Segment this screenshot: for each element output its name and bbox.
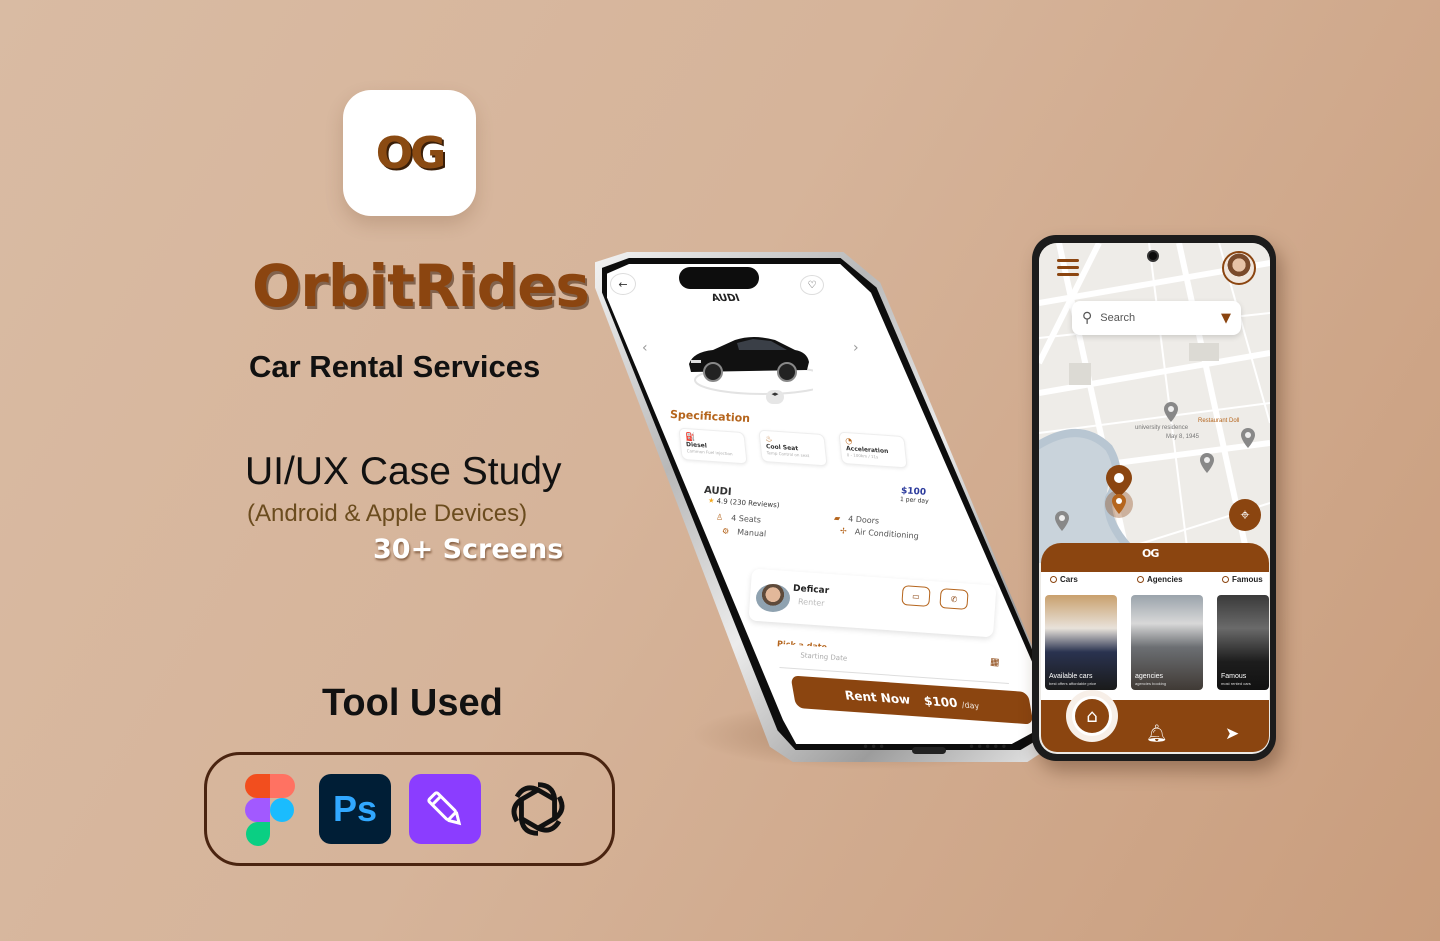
filter-icon[interactable]: ▼ <box>1221 311 1231 326</box>
renter-avatar <box>756 584 790 612</box>
tab-agencies[interactable]: Agencies <box>1137 575 1183 584</box>
front-camera <box>1147 250 1159 262</box>
search-icon: ⚲ <box>1082 310 1093 326</box>
my-location-button[interactable]: ⌖ <box>1229 499 1261 531</box>
tab-famous[interactable]: Famous <box>1222 575 1263 584</box>
showcase-canvas: OG OrbitRides Car Rental Services UI/UX … <box>0 0 1440 941</box>
card-available-cars[interactable]: Available cars best offers affordable pr… <box>1045 595 1117 690</box>
card-famous[interactable]: Famous most rented cars <box>1217 595 1269 690</box>
card-title: Available cars <box>1049 673 1093 680</box>
home-icon[interactable]: ⌂ <box>1072 696 1112 736</box>
rating-value: 4.9 <box>716 497 728 506</box>
rotate-view-icon[interactable]: ◂▸ <box>766 390 784 404</box>
favorite-heart-icon[interactable]: ♡ <box>800 275 824 295</box>
speaker-grille-left: ••• <box>862 740 887 754</box>
crosshair-icon: ⌖ <box>1240 505 1250 524</box>
bell-icon[interactable]: 🔔︎ <box>1146 724 1168 744</box>
send-icon[interactable]: ➤ <box>1225 724 1239 744</box>
back-arrow-icon[interactable]: ← <box>610 273 636 295</box>
map-label-university: university residence <box>1135 425 1189 431</box>
rent-price: $100 <box>922 693 959 711</box>
chat-icon: ▭ <box>911 591 921 601</box>
seat-icon: ♙ <box>715 512 724 522</box>
fan-icon: ✢ <box>839 526 848 536</box>
radio-icon <box>1137 576 1144 583</box>
spec-card-seat: ♨ Cool Seat Temp Control on seat <box>758 429 828 467</box>
tab-cars[interactable]: Cars <box>1050 575 1078 584</box>
call-button[interactable]: ✆ <box>939 588 969 610</box>
car-detail-title: AUDI <box>709 293 742 304</box>
pen-tool-icon <box>409 774 481 844</box>
hamburger-menu-icon[interactable] <box>1057 259 1079 277</box>
app-name: OrbitRides <box>252 252 590 320</box>
calendar-icon[interactable]: ▦ <box>990 657 1000 669</box>
radio-icon <box>1050 576 1057 583</box>
card-subtitle: best offers affordable price <box>1049 681 1097 686</box>
chat-button[interactable]: ▭ <box>901 585 931 607</box>
car-image <box>683 330 832 395</box>
door-icon: ▰ <box>833 513 841 523</box>
user-avatar[interactable] <box>1222 251 1256 285</box>
card-agencies[interactable]: agencies agencies booking <box>1131 595 1203 690</box>
rent-now-label: Rent Now <box>843 688 912 707</box>
search-input[interactable]: Search <box>1100 312 1213 324</box>
speaker-grille-right: ••••• <box>968 740 1009 754</box>
tagline: Car Rental Services <box>249 349 541 384</box>
case-study-title: UI/UX Case Study <box>245 450 562 493</box>
card-title: Famous <box>1221 673 1247 680</box>
photoshop-label: Ps <box>332 788 378 829</box>
map-label-restaurant: Restaurant Doll <box>1198 418 1240 424</box>
map-label-date: May 8, 1945 <box>1166 434 1200 440</box>
radio-icon <box>1222 576 1229 583</box>
tab-label: Famous <box>1232 575 1263 584</box>
gear-icon: ⚙ <box>721 526 730 536</box>
sheet-logo: OG <box>1142 547 1159 560</box>
feature-label: Manual <box>736 527 767 539</box>
dynamic-island <box>679 267 759 289</box>
previous-car-arrow-icon[interactable]: ‹ <box>642 340 648 356</box>
renter-role: Renter <box>797 597 825 608</box>
map-pin-icon[interactable] <box>1241 428 1255 448</box>
platforms-subtitle: (Android & Apple Devices) <box>247 500 528 527</box>
rent-unit: /day <box>961 700 981 711</box>
map-search-bar[interactable]: ⚲ Search ▼ <box>1072 301 1241 335</box>
map-pin-icon[interactable] <box>1200 453 1214 473</box>
figma-icon <box>245 774 295 846</box>
app-logo-tile: OG <box>343 90 476 216</box>
tools-title: Tool Used <box>322 682 503 724</box>
map-pin-icon[interactable] <box>1055 511 1069 531</box>
tab-label: Cars <box>1060 575 1078 584</box>
map-pin-icon[interactable] <box>1164 402 1178 422</box>
next-car-arrow-icon[interactable]: › <box>853 340 859 356</box>
card-subtitle: most rented cars <box>1221 681 1251 686</box>
card-subtitle: agencies booking <box>1135 681 1167 686</box>
spec-card-fuel: ⛽ Diesel Common Fuel injection <box>678 427 748 465</box>
map-pin-icon[interactable] <box>1112 494 1126 514</box>
photoshop-icon: Ps <box>319 774 391 844</box>
screens-count: 30+ Screens <box>373 534 564 565</box>
charging-port <box>912 747 946 754</box>
star-icon: ★ <box>707 496 715 505</box>
chatgpt-icon <box>502 774 574 844</box>
logo-mark: OG <box>375 127 447 179</box>
tab-label: Agencies <box>1147 575 1183 584</box>
card-title: agencies <box>1135 673 1164 680</box>
spec-card-acceleration: ◔ Acceleration 0 - 100km / 11s <box>838 431 908 469</box>
phone-icon: ✆ <box>950 594 958 604</box>
